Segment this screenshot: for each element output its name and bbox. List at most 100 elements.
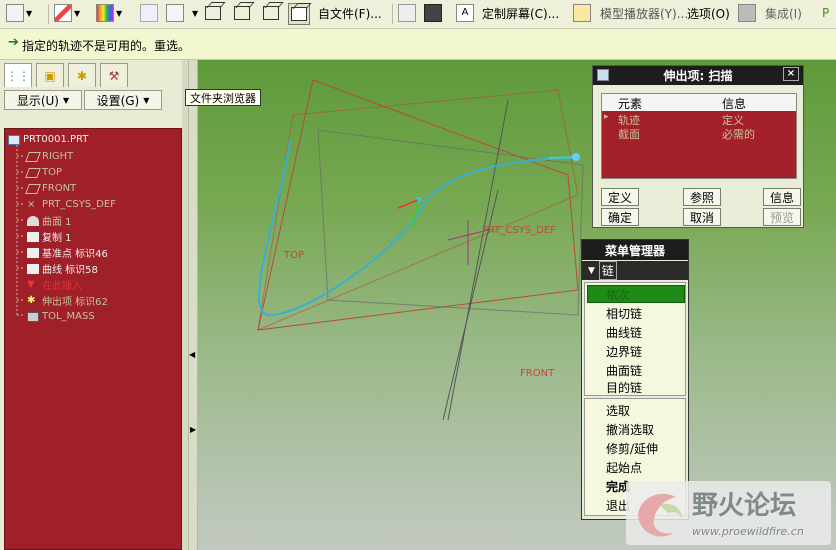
model-player-icon[interactable] [573,3,591,23]
menu-item-label: 选取 [606,403,631,418]
menu-item-tangent-chain[interactable]: 相切链 [587,304,685,322]
top-plane-outline [257,79,579,331]
start-arrow-red [397,199,419,209]
chevron-down-icon: ▼ [588,265,595,276]
menu-item-curve-chain[interactable]: 曲线链 [587,323,685,341]
view-hidden-icon[interactable] [234,3,250,23]
model-player-button[interactable]: 模型播放器(Y)... [600,3,688,23]
toolbar-overflow-label[interactable]: P [822,3,829,23]
tab-favorites-icon[interactable]: ✱ [68,63,96,87]
element-table-body: ▸ 轨迹 定义 截面 必需的 [602,111,796,178]
integrate-icon[interactable] [738,3,756,23]
menu-item-label: 曲面链 [606,363,643,378]
refs-button[interactable]: 参照 [683,188,721,206]
menu-item-label: 相切链 [606,306,643,321]
menu-item-label: 目的链 [606,380,643,395]
chevron-down-icon: ▼ [143,95,150,105]
cancel-button[interactable]: 取消 [683,208,721,226]
dialog-titlebar[interactable]: 伸出项: 扫描 × [593,66,803,85]
right-plane-outline [257,89,579,331]
settings-menu-button[interactable]: 设置(G) ▼ [84,90,162,110]
overflow-text: P [822,6,830,20]
menu-item-select[interactable]: 选取 [587,401,685,419]
menu-item-unselect[interactable]: 撤消选取 [587,420,685,438]
menu-item-start-point[interactable]: 起始点 [587,458,685,476]
tree-header-spacer [0,111,185,128]
custom-screen-label: 定制屏幕(C)... [482,6,560,21]
info-button[interactable]: 信息 [763,188,801,206]
measure-icon[interactable]: ▼ [166,3,198,23]
watermark-url: www.proewildfire.cn [692,525,804,538]
menu-item-one-by-one[interactable]: 依次 [587,285,685,303]
view-wireframe-icon[interactable] [205,3,221,23]
sweep-feature-dialog: 伸出项: 扫描 × 元素 信息 ▸ 轨迹 定义 截面 必需的 定义 参照 信息 … [592,65,804,228]
model-player-label: 模型播放器(Y)... [600,6,689,21]
tooltip-text: 文件夹浏览器 [190,91,256,105]
front-plane-outline [317,129,584,316]
element-table-header: 元素 信息 [602,94,796,112]
collapse-left-icon[interactable]: ◀ [189,350,195,359]
message-text: 指定的轨迹不是可用的。重选。 [22,39,191,53]
watermark-logo-icon [638,493,682,537]
options-button[interactable]: 选项(O) [687,3,730,23]
expand-right-icon[interactable]: ▶ [190,425,196,434]
from-file-button[interactable]: 自文件(F)... [318,3,382,23]
from-file-label: 自文件(F)... [318,6,382,21]
menu-item-label: 边界链 [606,344,643,359]
front-plane-label: FRONT [520,368,555,379]
define-button[interactable]: 定义 [601,188,639,206]
row-element: 截面 [618,128,640,141]
camera-icon[interactable] [424,3,442,23]
show-menu-button[interactable]: 显示(U) ▼ [4,90,82,110]
view-shaded-icon[interactable] [288,3,310,25]
tab-folder-browser-icon[interactable]: ▣ [36,63,64,87]
main-toolbar: ▼ ▼ ▼ ▼ 自文件(F)... A 定制屏幕(C)... 模型播放器(Y).… [0,0,836,29]
table-row[interactable]: ▸ 轨迹 定义 [602,112,796,127]
panel-splitter[interactable]: ◀ ▶ [188,60,198,550]
menu-item-label: 撤消选取 [606,422,655,437]
select-tool-icon[interactable]: ▼ [6,3,32,23]
tree-connector-lines [16,145,25,316]
tree-header-row: 显示(U) ▼ 设置(G) ▼ [0,89,185,111]
current-row-icon: ▸ [604,112,609,122]
menu-item-trim-extend[interactable]: 修剪/延伸 [587,439,685,457]
top-plane-label: TOP [284,250,305,261]
chain-options-list: 依次 相切链 曲线链 边界链 曲面链 目的链 [584,282,686,396]
row-info: 必需的 [722,128,755,141]
menu-section-chain[interactable]: ▼ 链 [582,261,688,280]
menu-manager: 菜单管理器 ▼ 链 依次 相切链 曲线链 边界链 曲面链 目的链 选取 撤消选取… [581,239,689,520]
tab-model-tree-icon[interactable]: ⋮⋮ [4,63,32,87]
menu-item-intent-chain[interactable]: 目的链 [587,378,685,396]
color-palette-icon[interactable]: ▼ [96,3,122,23]
filter-tool-icon[interactable]: ▼ [54,3,80,23]
preview-button[interactable]: 预览 [763,208,801,226]
dialog-app-icon [597,69,609,81]
message-bar: ➔ 指定的轨迹不是可用的。重选。 [0,29,836,60]
watermark-title: 野火论坛 [692,491,797,521]
model-tree: PRT0001.PRT RIGHT TOP FRONT ⨯ PRT_CSYS_DE… [4,128,182,550]
layer-icon[interactable] [140,3,158,23]
element-table: 元素 信息 ▸ 轨迹 定义 截面 必需的 [601,93,797,179]
menu-section-label: 链 [598,261,617,280]
ok-button[interactable]: 确定 [601,208,639,226]
menu-item-boundary-chain[interactable]: 边界链 [587,342,685,360]
tab-web-icon[interactable]: ⚒ [100,63,128,87]
col-element: 元素 [618,97,643,111]
menu-manager-title[interactable]: 菜单管理器 [582,240,688,260]
trajectory-end-point [572,153,580,161]
integrate-button[interactable]: 集成(I) [765,3,802,23]
annotation-icon[interactable]: A [456,3,474,23]
csys-label: PRT_CSYS_DEF [482,225,556,236]
chevron-down-icon: ▼ [63,95,70,105]
dialog-title: 伸出项: 扫描 [663,69,733,83]
menu-item-surface-chain[interactable]: 曲面链 [587,361,685,379]
table-row[interactable]: 截面 必需的 [602,126,796,141]
navigator-tabs: ⋮⋮ ▣ ✱ ⚒ [0,60,185,88]
view-nohidden-icon[interactable] [263,3,279,23]
menu-item-label: 修剪/延伸 [606,441,659,456]
custom-screen-button[interactable]: 定制屏幕(C)... [482,3,559,23]
dialog-close-button[interactable]: × [783,67,799,81]
col-info: 信息 [722,97,747,111]
search-icon[interactable] [398,3,416,23]
settings-menu-label: 设置(G) [96,93,140,108]
